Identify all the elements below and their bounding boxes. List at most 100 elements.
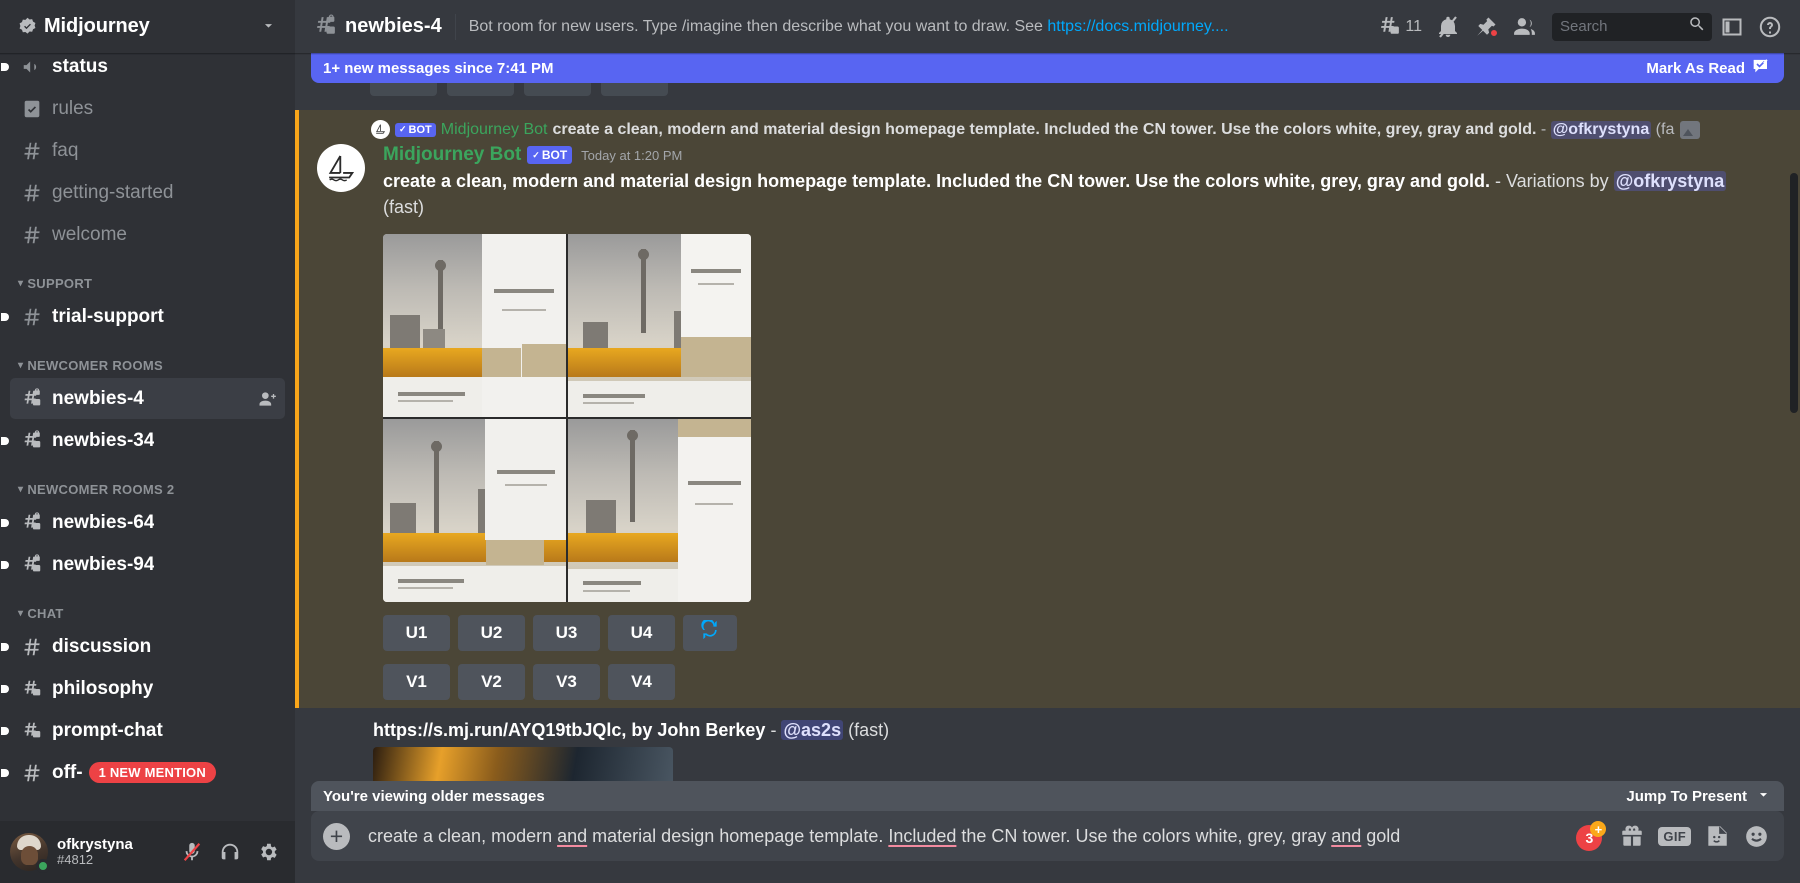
sidebar-item-newbies-34[interactable]: newbies-34 bbox=[1, 420, 285, 461]
grid-quadrant-2[interactable] bbox=[568, 234, 751, 418]
bot-badge-label: BOT bbox=[541, 148, 568, 162]
threads-icon[interactable] bbox=[1371, 9, 1407, 45]
gif-label: GIF bbox=[1658, 826, 1691, 846]
reply-dash: - bbox=[1540, 120, 1547, 138]
sidebar-item-label: faq bbox=[52, 139, 79, 161]
category-newcomer-rooms[interactable]: ▾ NEWCOMER ROOMS bbox=[0, 338, 295, 377]
sidebar-item-newbies-4[interactable]: newbies-4 bbox=[10, 378, 285, 419]
grid-quadrant-4[interactable] bbox=[568, 419, 751, 603]
next-message-mention[interactable]: @as2s bbox=[781, 720, 844, 741]
sidebar-item-off-topic[interactable]: off- 1 NEW MENTION bbox=[1, 752, 285, 793]
bell-muted-icon[interactable] bbox=[1430, 9, 1466, 45]
message-list[interactable]: ✓ BOT Midjourney Bot create a clean, mode… bbox=[295, 53, 1800, 781]
jump-to-present-label: Jump To Present bbox=[1626, 787, 1747, 805]
sticker-icon[interactable] bbox=[1704, 823, 1730, 849]
chevron-down-icon: ▾ bbox=[18, 360, 24, 371]
members-icon[interactable] bbox=[1506, 9, 1542, 45]
message-composer[interactable]: + create a clean, modern and material de… bbox=[311, 811, 1784, 861]
sidebar-item-getting-started[interactable]: getting-started bbox=[10, 172, 285, 213]
channel-list[interactable]: status rules faq getting-started welcome… bbox=[0, 53, 295, 821]
upscale-button-u3[interactable]: U3 bbox=[533, 615, 600, 652]
composer-area: You're viewing older messages Jump To Pr… bbox=[295, 781, 1800, 883]
mention-badge: 1 NEW MENTION bbox=[88, 762, 216, 783]
input-seg-misspelled: and bbox=[1331, 825, 1362, 846]
category-newcomer-rooms-2[interactable]: ▾ NEWCOMER ROOMS 2 bbox=[0, 462, 295, 501]
sidebar-item-discussion[interactable]: discussion bbox=[1, 626, 285, 667]
generated-image-grid[interactable] bbox=[383, 234, 751, 603]
older-messages-text: You're viewing older messages bbox=[323, 787, 545, 805]
sidebar-item-trial-support[interactable]: trial-support bbox=[1, 296, 285, 337]
sidebar-item-status[interactable]: status bbox=[1, 53, 285, 87]
upscale-button-u2[interactable]: U2 bbox=[458, 615, 525, 652]
message-scroller[interactable]: ✓ BOT Midjourney Bot create a clean, mode… bbox=[295, 53, 1800, 781]
topbar-actions: 11 bbox=[1371, 9, 1788, 45]
pin-icon[interactable] bbox=[1468, 9, 1504, 45]
variation-button-v3[interactable]: V3 bbox=[533, 664, 600, 701]
emoji-icon[interactable] bbox=[1743, 823, 1770, 850]
grid-quadrant-1[interactable] bbox=[383, 234, 566, 418]
reply-reference[interactable]: ✓ BOT Midjourney Bot create a clean, mode… bbox=[371, 120, 1740, 139]
variation-button-v4[interactable]: V4 bbox=[608, 664, 675, 701]
channel-topic-text: Bot room for new users. Type /imagine th… bbox=[468, 17, 1048, 35]
message-scrollbar[interactable] bbox=[1790, 173, 1798, 413]
variation-button-v2[interactable]: V2 bbox=[458, 664, 525, 701]
gift-icon[interactable] bbox=[1619, 823, 1645, 849]
chevron-down-icon: ▾ bbox=[18, 608, 24, 619]
user-identity[interactable]: ofkrystyna #4812 bbox=[57, 836, 133, 868]
plus-circle-icon[interactable]: + bbox=[323, 822, 350, 850]
message-input[interactable]: create a clean, modern and material desi… bbox=[368, 826, 1562, 847]
sidebar-item-newbies-94[interactable]: newbies-94 bbox=[1, 544, 285, 585]
message-content: Midjourney Bot ✓ BOT Today at 1:20 PM cre… bbox=[383, 144, 1740, 701]
category-chat[interactable]: ▾ CHAT bbox=[0, 586, 295, 625]
search-box[interactable] bbox=[1552, 12, 1712, 41]
sidebar-item-label: philosophy bbox=[52, 677, 154, 699]
reply-mention[interactable]: @ofkrystyna bbox=[1550, 120, 1652, 139]
help-icon[interactable] bbox=[1752, 9, 1788, 45]
message-mention[interactable]: @ofkrystyna bbox=[1613, 171, 1727, 191]
sidebar-item-newbies-64[interactable]: newbies-64 bbox=[1, 502, 285, 543]
avatar[interactable] bbox=[317, 144, 365, 192]
jump-to-present-button[interactable]: Jump To Present bbox=[1626, 786, 1772, 807]
gif-button[interactable]: GIF bbox=[1658, 826, 1691, 846]
headset-icon[interactable] bbox=[213, 835, 247, 869]
grid-quadrant-3[interactable] bbox=[383, 419, 566, 603]
message-author[interactable]: Midjourney Bot bbox=[383, 144, 521, 166]
category-label: NEWCOMER ROOMS bbox=[27, 358, 163, 373]
next-message-link[interactable]: https://s.mj.run/AYQ19tbJQlc bbox=[373, 720, 621, 740]
inbox-icon[interactable] bbox=[1714, 9, 1750, 45]
next-message-byline: , by John Berkey bbox=[621, 720, 766, 741]
channel-topic-link[interactable]: https://docs.midjourney.... bbox=[1047, 18, 1228, 35]
sidebar-item-faq[interactable]: faq bbox=[10, 130, 285, 171]
sidebar-item-label: trial-support bbox=[52, 305, 164, 327]
new-messages-banner[interactable]: 1+ new messages since 7:41 PM Mark As Re… bbox=[311, 53, 1784, 83]
category-support[interactable]: ▾ SUPPORT bbox=[0, 256, 295, 295]
channel-topic[interactable]: Bot room for new users. Type /imagine th… bbox=[469, 18, 1362, 36]
next-message-dash: - bbox=[770, 720, 777, 741]
user-discriminator: #4812 bbox=[57, 852, 94, 868]
variation-button-v1[interactable]: V1 bbox=[383, 664, 450, 701]
discord-app: Midjourney status rules faq getting-star… bbox=[0, 0, 1800, 883]
sidebar-item-welcome[interactable]: welcome bbox=[10, 214, 285, 255]
sidebar-item-philosophy[interactable]: philosophy bbox=[1, 668, 285, 709]
upscale-button-u1[interactable]: U1 bbox=[383, 615, 450, 652]
add-member-icon[interactable] bbox=[257, 389, 277, 409]
nitro-boost-badge[interactable]: 3 + bbox=[1576, 821, 1607, 851]
input-seg: gold bbox=[1361, 825, 1401, 846]
upscale-button-u4[interactable]: U4 bbox=[608, 615, 675, 652]
next-message-thumbnail[interactable] bbox=[373, 747, 673, 781]
mark-as-read-button[interactable]: Mark As Read bbox=[1646, 58, 1772, 79]
settings-gear-icon[interactable] bbox=[251, 835, 285, 869]
sidebar-item-rules[interactable]: rules bbox=[10, 88, 285, 129]
status-online-indicator bbox=[36, 859, 50, 873]
mic-muted-icon[interactable] bbox=[175, 835, 209, 869]
mark-read-icon bbox=[1752, 58, 1772, 79]
search-icon bbox=[1688, 15, 1706, 38]
avatar[interactable] bbox=[10, 833, 50, 873]
input-seg: the CN tower. Use the colors white, grey… bbox=[956, 825, 1332, 846]
pin-alert-dot bbox=[1489, 27, 1499, 38]
redo-button[interactable] bbox=[683, 615, 737, 652]
server-header[interactable]: Midjourney bbox=[0, 0, 295, 53]
chevron-down-icon[interactable] bbox=[260, 17, 277, 37]
sidebar-item-prompt-chat[interactable]: prompt-chat bbox=[1, 710, 285, 751]
search-input[interactable] bbox=[1560, 18, 1688, 35]
